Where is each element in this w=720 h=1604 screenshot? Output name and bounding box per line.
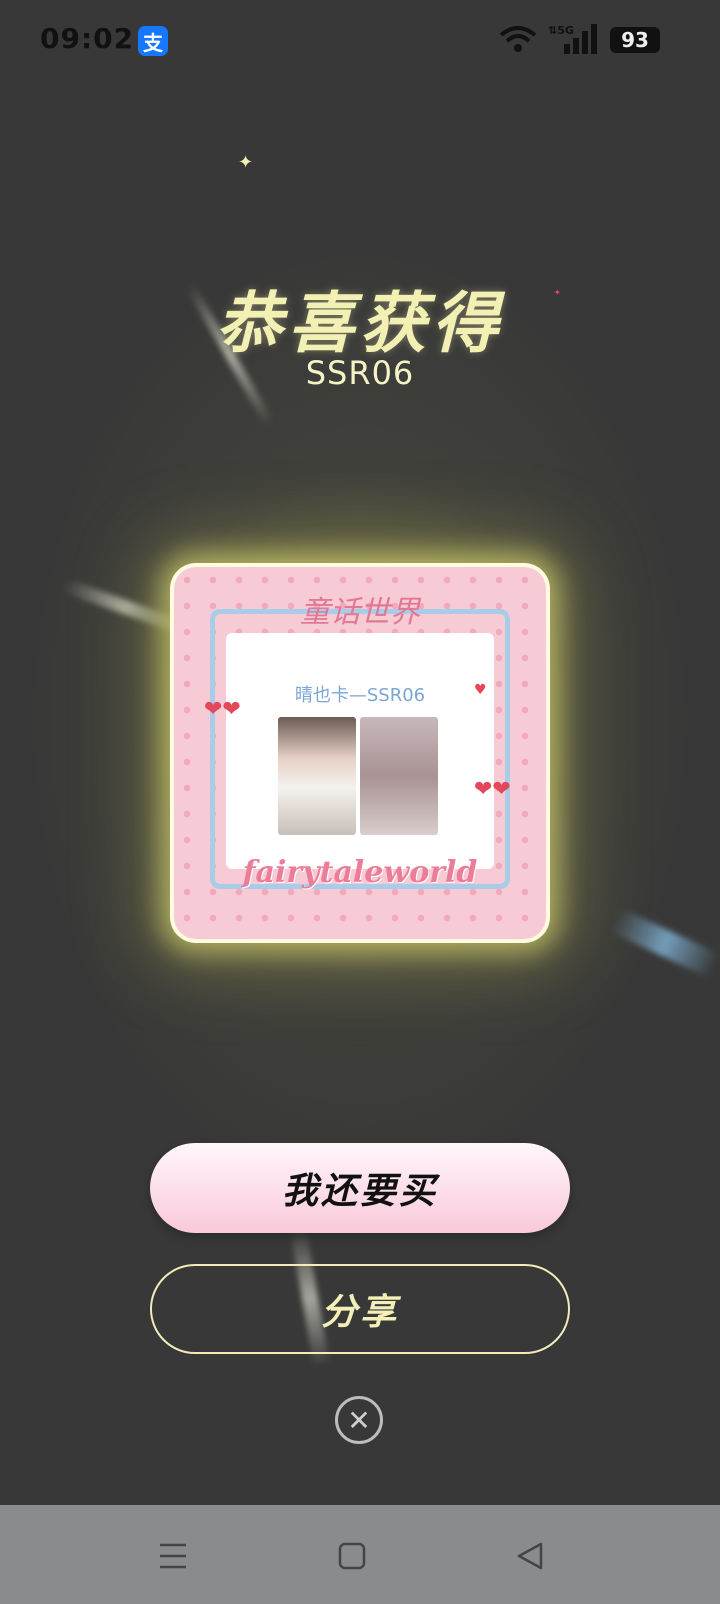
card-brand-bottom: fairytaleworld	[242, 855, 478, 890]
cherry-icon: ❤❤	[474, 777, 511, 802]
signal-icon: ⇅5G	[548, 24, 597, 54]
heart-icon: ♥	[474, 682, 487, 698]
card-face: 童话世界 晴也卡—SSR06 ❤❤ ❤❤ ♥ fairytaleworld	[174, 567, 546, 939]
share-button[interactable]: 分享	[150, 1264, 570, 1354]
navigation-bar	[0, 1505, 720, 1604]
reward-card: 童话世界 晴也卡—SSR06 ❤❤ ❤❤ ♥ fairytaleworld	[170, 563, 550, 943]
svg-text:⇅5G: ⇅5G	[548, 24, 574, 37]
portrait-photo	[278, 717, 356, 835]
home-icon[interactable]	[327, 1531, 377, 1581]
piano-card-photo	[360, 717, 438, 835]
status-bar: 09:02 支 ⇅5G 93	[0, 0, 720, 80]
sparkle-icon: ✦	[238, 152, 254, 173]
card-brand-top: 童话世界	[300, 595, 420, 630]
back-icon[interactable]	[505, 1531, 555, 1581]
wifi-icon	[499, 26, 537, 52]
close-icon[interactable]: ✕	[335, 1396, 383, 1444]
alipay-icon: 支	[138, 26, 168, 56]
clock: 09:02	[40, 22, 135, 55]
reward-code: SSR06	[305, 354, 415, 392]
battery-icon: 93	[610, 27, 660, 53]
buy-again-button[interactable]: 我还要买	[150, 1143, 570, 1233]
cherry-icon: ❤❤	[204, 697, 241, 722]
page-title: 恭喜获得	[216, 285, 504, 362]
menu-icon[interactable]	[148, 1531, 198, 1581]
